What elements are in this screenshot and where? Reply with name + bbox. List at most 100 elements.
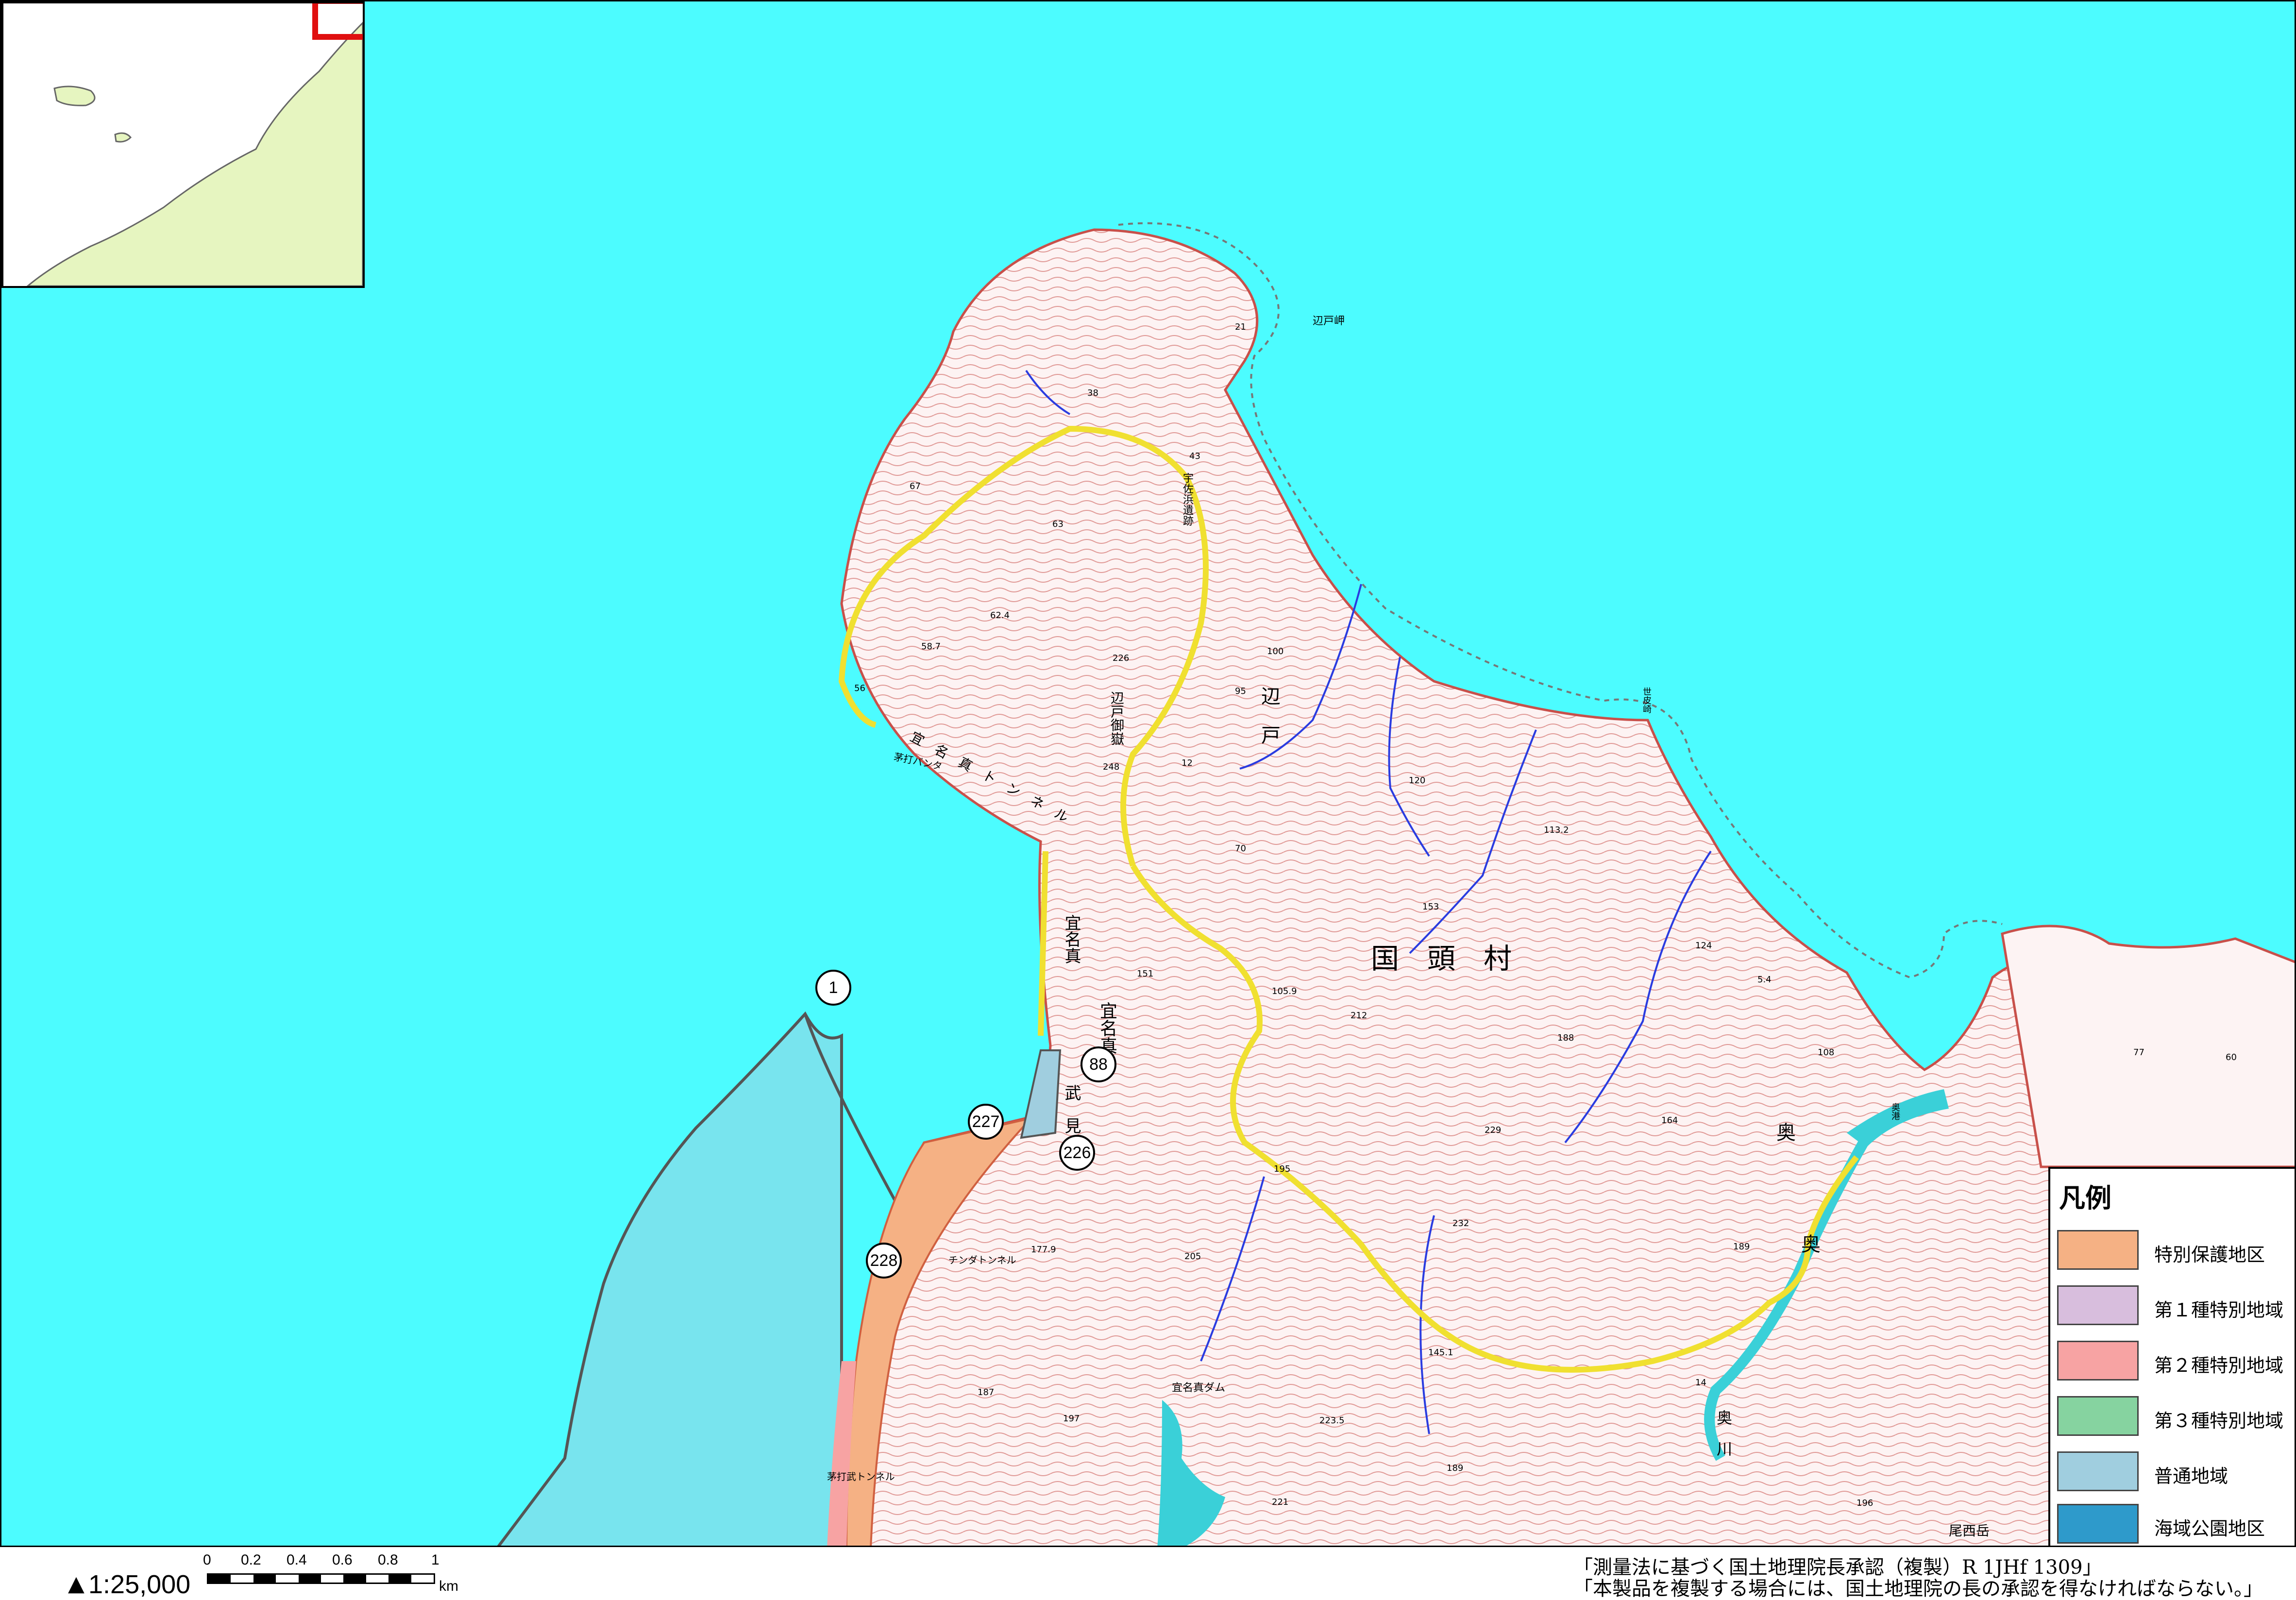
route-badge-1: 1 — [815, 970, 851, 1006]
label-oku-settlement: 奥 — [1801, 1233, 1821, 1256]
spot-height: 105.9 — [1272, 986, 1297, 996]
inset-locator-map — [1, 1, 365, 288]
legend-swatch — [2057, 1230, 2139, 1270]
copyright-line-1: 「測量法に基づく国土地理院長承認（複製）R 1JHf 1309」 — [1573, 1556, 2102, 1579]
spot-height: 177.9 — [1031, 1245, 1056, 1255]
spot-height: 63 — [1052, 519, 1064, 529]
label-tunnel-southwest: 茅打武トンネル — [827, 1471, 895, 1482]
route-badge-88: 88 — [1080, 1046, 1116, 1082]
label-chinda-tunnel: チンダトンネル — [948, 1254, 1016, 1266]
spot-height: 223.5 — [1319, 1415, 1345, 1426]
scale-ratio: 1:25,000 — [88, 1570, 191, 1599]
spot-height: 212 — [1351, 1011, 1367, 1021]
scale-unit: km — [439, 1578, 458, 1594]
spot-height: 14 — [1695, 1378, 1706, 1388]
spot-height: 56 — [854, 683, 865, 693]
spot-height: 164 — [1661, 1115, 1678, 1126]
spot-height: 248 — [1103, 762, 1120, 772]
legend-item: 第２種特別地域 — [2057, 1341, 2295, 1381]
legend-label: 普通地域 — [2154, 1465, 2228, 1487]
spot-height: 108 — [1818, 1047, 1835, 1058]
label-ginama-dam: 宜名真ダム — [1172, 1382, 1226, 1394]
spot-height: 197 — [1063, 1414, 1080, 1424]
spot-height: 60 — [2226, 1052, 2237, 1062]
land-east — [2001, 925, 2295, 1168]
legend-swatch — [2057, 1396, 2139, 1436]
spot-height: 187 — [978, 1387, 995, 1398]
spot-height: 226 — [1113, 653, 1130, 663]
spot-height: 5.4 — [1757, 975, 1772, 985]
route-badge-227: 227 — [968, 1104, 1004, 1140]
label-oku-port: 奥港 — [1890, 1103, 1900, 1120]
legend-item: 第１種特別地域 — [2057, 1285, 2295, 1325]
spot-height: 95 — [1235, 686, 1246, 696]
spot-height: 188 — [1557, 1033, 1574, 1043]
spot-height: 189 — [1733, 1242, 1750, 1252]
spot-height: 12 — [1182, 758, 1193, 768]
label-hedo-cape: 辺戸岬 — [1313, 315, 1345, 327]
spot-height: 229 — [1485, 1125, 1502, 1135]
scale-tick: 0.6 — [332, 1552, 353, 1568]
spot-height: 189 — [1447, 1463, 1464, 1473]
inset-islet — [114, 132, 132, 143]
scale-tick: 0.4 — [287, 1552, 307, 1568]
legend-item: 第３種特別地域 — [2057, 1396, 2295, 1436]
scale-tick: 0 — [203, 1552, 211, 1568]
north-arrow-icon: ▲ — [68, 1571, 84, 1596]
legend-label: 第１種特別地域 — [2154, 1299, 2284, 1321]
scale-area: ▲ 1:25,000 0 0.2 0.4 0.6 0.8 1 km — [68, 1552, 505, 1599]
spot-height: 43 — [1189, 451, 1200, 461]
legend-label: 第３種特別地域 — [2154, 1410, 2284, 1432]
scale-tick: 0.8 — [378, 1552, 398, 1568]
spot-height: 195 — [1274, 1164, 1291, 1174]
inset-main-island — [26, 21, 363, 286]
legend-label: 海域公園地区 — [2154, 1518, 2265, 1539]
spot-height: 120 — [1409, 775, 1426, 786]
map-canvas[interactable]: 国 頭 村 辺 戸 辺戸岬 辺戸御嶽 宇佐浜遺跡 宜名真 宜名真 武 見 奥 奥… — [0, 0, 2296, 1547]
spot-height: 221 — [1272, 1497, 1289, 1507]
spot-height: 62.4 — [990, 610, 1010, 621]
spot-height: 100 — [1267, 646, 1284, 657]
legend-item: 海域公園地区 — [2057, 1504, 2295, 1544]
copyright-line-2: 「本製品を複製する場合には、国土地理院の長の承認を得なければならない。」 — [1573, 1578, 2263, 1600]
spot-height: 153 — [1422, 902, 1439, 912]
legend-swatch — [2057, 1285, 2139, 1325]
spot-height: 124 — [1695, 941, 1712, 951]
label-oku: 奥 — [1776, 1122, 1796, 1144]
label-seseji-point: 世皮崎 — [1641, 687, 1652, 713]
label-hedo-peak: 辺戸御嶽 — [1109, 691, 1125, 745]
spot-height: 58.7 — [921, 641, 941, 652]
spot-height: 151 — [1137, 969, 1154, 979]
legend-item: 特別保護地区 — [2057, 1230, 2295, 1270]
spot-height: 38 — [1087, 388, 1098, 398]
legend-swatch — [2057, 1341, 2139, 1381]
legend-label: 第２種特別地域 — [2154, 1355, 2284, 1376]
spot-height: 205 — [1184, 1251, 1201, 1262]
copyright-notice: 「測量法に基づく国土地理院長承認（複製）R 1JHf 1309」 「本製品を複製… — [1573, 1557, 2263, 1600]
label-uzahama-ruins: 宇佐浜遺跡 — [1181, 472, 1193, 526]
inset-small-island — [53, 85, 96, 106]
legend-swatch — [2057, 1504, 2139, 1544]
spot-height: 21 — [1235, 322, 1246, 332]
spot-height: 113.2 — [1544, 825, 1569, 835]
spot-height: 232 — [1452, 1218, 1469, 1229]
spot-height: 70 — [1235, 843, 1246, 854]
spot-height: 145.1 — [1428, 1347, 1453, 1358]
legend-item: 普通地域 — [2057, 1451, 2295, 1491]
scale-tick: 1 — [431, 1552, 439, 1568]
label-kunigami-village: 国 頭 村 — [1371, 942, 1512, 975]
legend-title: 凡例 — [2059, 1183, 2111, 1213]
legend: 凡例 特別保護地区 第１種特別地域 第２種特別地域 第３種特別地域 普通地域 海… — [2048, 1167, 2295, 1546]
legend-label: 特別保護地区 — [2154, 1244, 2265, 1265]
scale-tick: 0.2 — [241, 1552, 261, 1568]
label-oku-river: 奥 川 — [1714, 1410, 1733, 1456]
spot-height: 77 — [2133, 1047, 2144, 1058]
spot-height: 67 — [910, 481, 921, 491]
scale-bar — [207, 1573, 435, 1584]
route-badge-228: 228 — [866, 1243, 902, 1279]
spot-height: 196 — [1857, 1498, 1874, 1508]
label-take: 武 見 — [1062, 1084, 1081, 1134]
label-ginama: 宜名真 — [1062, 914, 1081, 964]
inset-graphics — [26, 3, 363, 286]
label-onishidake: 尾西岳 — [1949, 1523, 1990, 1539]
